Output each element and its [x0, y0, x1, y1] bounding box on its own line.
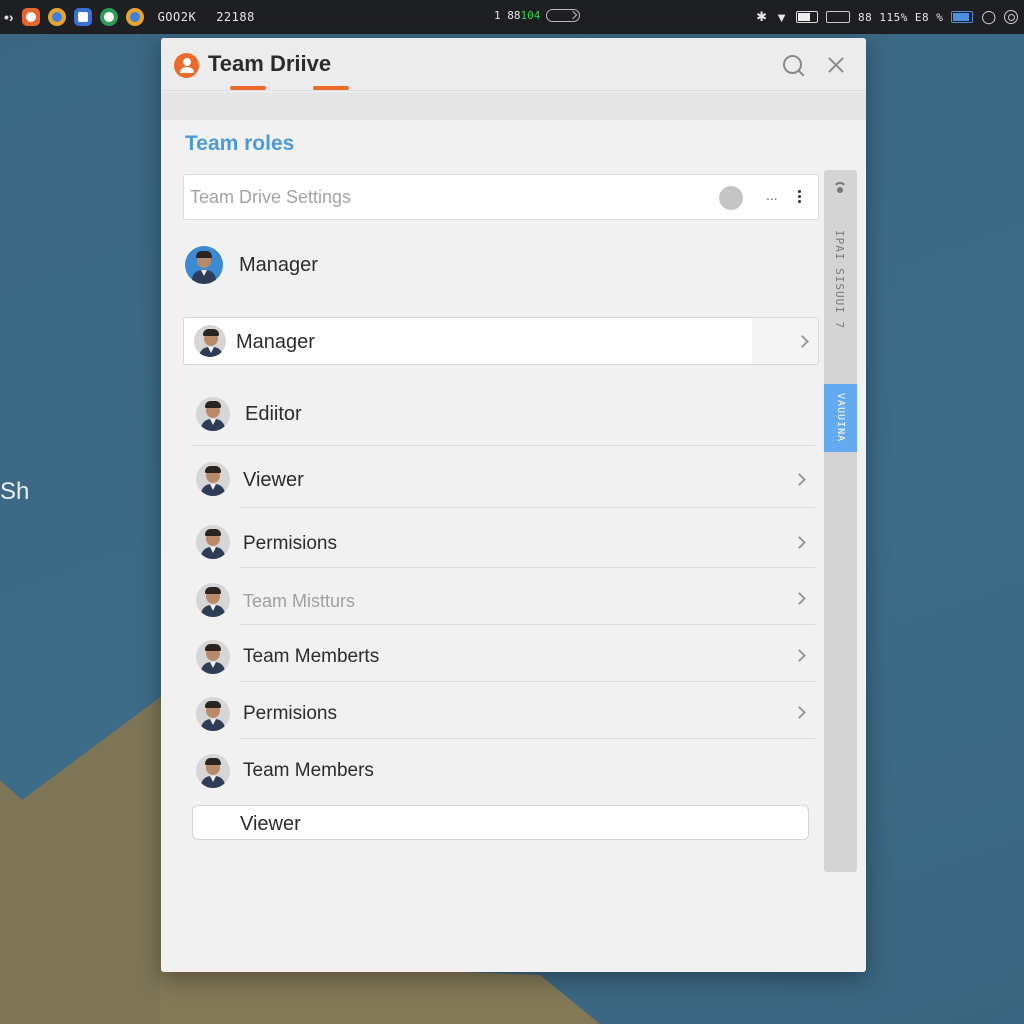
system-status-bar: •› GOO2K 22188 1 88 104 ✱ ▼ 88 115% E8 % …: [0, 0, 1024, 34]
team-drive-window: Team Driive Team roles ... Manager Manag…: [161, 38, 866, 972]
avatar: [196, 697, 230, 731]
status-text-1: GOO2K: [157, 10, 197, 24]
avatar: [194, 325, 226, 357]
section-title: Team roles: [185, 132, 295, 155]
chevron-right-icon[interactable]: [793, 706, 806, 719]
toggle-pill-icon[interactable]: [546, 9, 581, 22]
avatar: [196, 462, 230, 496]
signal-icon: [833, 182, 847, 196]
divider: [239, 567, 815, 568]
divider: [239, 624, 815, 625]
status-right-text: 88 115% E8 %: [857, 10, 944, 24]
desktop-partial-text: Sh: [0, 478, 30, 505]
settings-circle-icon[interactable]: [1004, 10, 1018, 24]
display-icon[interactable]: [825, 11, 850, 23]
team-drive-logo-icon: [174, 53, 199, 78]
chevron-right-icon[interactable]: [793, 649, 806, 662]
chevron-right-icon[interactable]: [793, 592, 806, 605]
status-center-b: 104: [520, 9, 541, 22]
side-scroll-panel[interactable]: IPAI SISUUI 7 VAUUINA: [824, 170, 857, 872]
role-label: Team Mistturs: [243, 591, 356, 611]
divider: [239, 681, 815, 682]
battery-icon: [795, 11, 818, 23]
avatar: [196, 397, 230, 431]
chevron-right-icon[interactable]: •›: [4, 9, 14, 25]
bluetooth-icon[interactable]: ✱: [756, 9, 767, 25]
status-text-2: 22188: [216, 10, 255, 24]
role-label: Permisions: [243, 533, 337, 554]
chevron-right-icon[interactable]: [793, 473, 806, 486]
more-vertical-icon[interactable]: [798, 188, 802, 206]
window-titlebar: Team Driive: [161, 38, 866, 91]
viewer-field[interactable]: Viewer: [192, 805, 809, 840]
role-label: Permisions: [243, 703, 337, 724]
avatar: [196, 640, 230, 674]
side-vertical-text: IPAI SISUUI 7: [833, 230, 846, 330]
avatar: [196, 754, 230, 788]
status-center-a: 1 88: [494, 9, 521, 22]
chevron-right-icon[interactable]: [793, 536, 806, 549]
battery-charging-icon: [951, 11, 974, 23]
wifi-icon[interactable]: ▼: [775, 10, 788, 25]
close-icon[interactable]: [822, 51, 850, 79]
manager-role-card[interactable]: Manager: [183, 317, 819, 365]
user-app-icon[interactable]: [99, 8, 118, 26]
viewer-field-label: Viewer: [240, 813, 301, 835]
tab-indicator-2[interactable]: [313, 86, 349, 90]
sync-icon[interactable]: ◯: [981, 9, 996, 25]
ellipsis-text[interactable]: ...: [766, 187, 778, 203]
chrome-icon[interactable]: [47, 8, 66, 26]
header-role-label: Manager: [239, 254, 318, 276]
chrome-icon-2[interactable]: [125, 8, 144, 26]
role-label: Viewer: [243, 469, 304, 491]
search-icon[interactable]: [779, 51, 807, 79]
divider: [239, 738, 815, 739]
status-center: 1 88 104: [494, 9, 581, 22]
tab-indicator-1[interactable]: [230, 86, 266, 90]
card-role-label: Manager: [236, 331, 315, 353]
role-label: Ediitor: [245, 403, 302, 425]
status-dot-icon[interactable]: [719, 186, 743, 210]
toolbar-strip: [161, 92, 866, 120]
role-label: Team Memberts: [243, 646, 380, 667]
scroll-thumb[interactable]: VAUUINA: [824, 384, 857, 452]
role-label: Team Members: [243, 760, 374, 781]
app-icon-blue[interactable]: [73, 8, 92, 26]
window-title: Team Driive: [208, 51, 332, 76]
avatar: [196, 525, 230, 559]
manager-avatar: [185, 246, 223, 284]
divider: [191, 445, 815, 446]
avatar: [196, 583, 230, 617]
settings-input[interactable]: [190, 185, 690, 209]
app-icon-orange[interactable]: [21, 8, 40, 26]
divider: [239, 507, 815, 508]
team-drive-settings-field[interactable]: ...: [183, 174, 819, 220]
